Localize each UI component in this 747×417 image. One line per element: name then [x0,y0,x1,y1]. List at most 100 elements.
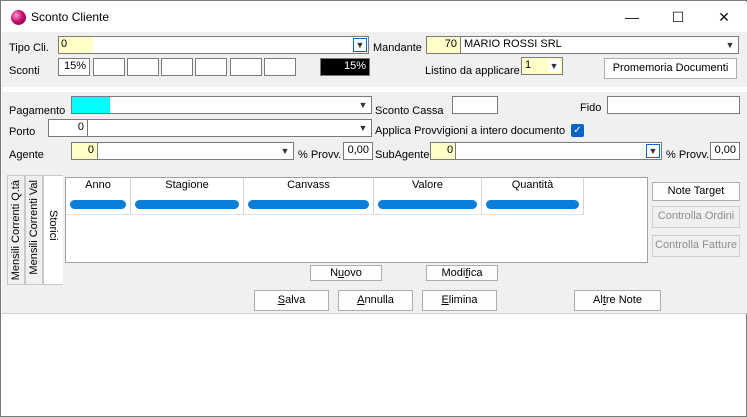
controlla-fatture-button[interactable]: Controlla Fatture [652,235,740,257]
tipo-cli-select[interactable]: 0 ▼ [58,36,369,54]
chevron-down-icon[interactable]: ▼ [353,38,367,52]
dialog-window: Sconto Cliente — ☐ ✕ Tipo Cli. 0 ▼ Manda… [0,0,747,417]
storici-grid: Anno Stagione Canvass Valore Quantità [65,177,648,263]
tipo-cli-label: Tipo Cli. [9,42,49,54]
modifica-button[interactable]: Modifica [426,265,498,281]
nuovo-label-pre: N [330,267,339,279]
listino-label: Listino da applicare [425,65,520,77]
footer-panel: Salva Annulla Elimina Altre Note [2,285,747,313]
grid-header: Quantità [511,179,554,191]
note-target-button[interactable]: Note Target [652,182,740,201]
row-separator [66,214,584,215]
header-panel: Tipo Cli. 0 ▼ Mandante 70 MARIO ROSSI SR… [2,32,747,87]
chevron-down-icon[interactable]: ▼ [357,99,369,111]
mandante-label: Mandante [373,42,422,54]
altre-note-button[interactable]: Altre Note [574,290,661,311]
altre-note-label-post: re Note [605,294,642,306]
mandante-name: MARIO ROSSI SRL [464,38,562,50]
salva-button[interactable]: Salva [254,290,329,311]
chevron-down-icon[interactable]: ▼ [548,60,560,72]
subagente-label: SubAgente [375,149,430,161]
chevron-down-icon[interactable]: ▼ [646,144,660,158]
subagente-code[interactable]: 0 [430,142,456,160]
sconto-3-field[interactable] [127,58,159,76]
grid-column-valore[interactable]: Valore [374,178,482,214]
controlla-ordini-button[interactable]: Controlla Ordini [652,206,740,228]
footer-divider [2,313,747,314]
sconto-5-field[interactable] [195,58,227,76]
elimina-button[interactable]: Elimina [422,290,497,311]
subagente-value: 0 [447,144,454,156]
tab-storici[interactable]: Storici [43,175,63,285]
elimina-label-accel: E [441,294,449,306]
mandante-code[interactable]: 70 [426,36,461,54]
tab-mensili-qta-label: Mensili Correnti Q.tà [10,180,22,281]
sconto-6-field[interactable] [230,58,262,76]
subagente-provv-label: % Provv. [666,149,710,161]
tipo-cli-value: 0 [61,38,68,50]
grid-cell [486,200,579,209]
promemoria-documenti-button[interactable]: Promemoria Documenti [604,58,737,79]
altre-note-label-pre: Al [593,294,603,306]
sconto-cassa-field[interactable] [452,96,498,114]
nuovo-button[interactable]: Nuovo [310,265,382,281]
grid-column-quantita[interactable]: Quantità [482,178,584,214]
chevron-down-icon[interactable]: ▼ [724,39,736,51]
sconto-cassa-label: Sconto Cassa [375,105,444,117]
maximize-button[interactable]: ☐ [655,3,701,31]
listino-value: 1 [525,59,532,71]
pagamento-label: Pagamento [9,105,66,117]
sconto-4-field[interactable] [161,58,193,76]
grid-column-stagione[interactable]: Stagione [131,178,244,214]
fido-label: Fido [580,102,602,114]
agente-provv-label: % Provv. [298,149,342,161]
grid-column-canvass[interactable]: Canvass [244,178,374,214]
tab-mensili-qta[interactable]: Mensili Correnti Q.tà [7,175,25,285]
mandante-select[interactable]: MARIO ROSSI SRL ▼ [460,36,739,54]
title-bar: Sconto Cliente — ☐ ✕ [2,2,747,32]
sconti-label: Sconti [9,65,40,77]
pagamento-code-bg [72,97,110,113]
minimize-button[interactable]: — [609,3,655,31]
sconto-1-field[interactable]: 15% [58,58,90,76]
tab-mensili-val[interactable]: Mensili Correnti Val [25,175,43,285]
elimina-label-post: limina [448,294,478,306]
grid-cell [135,200,239,209]
porto-label: Porto [9,126,36,138]
porto-select[interactable]: ▼ [87,119,372,137]
subagente-provv-field[interactable]: 0,00 [710,142,740,160]
annulla-button[interactable]: Annulla [338,290,413,311]
grid-header: Canvass [287,179,330,191]
listino-select[interactable]: 1 ▼ [521,57,563,75]
tab-mensili-val-label: Mensili Correnti Val [28,180,40,275]
modifica-label-post: ica [468,267,483,279]
close-button[interactable]: ✕ [701,3,747,31]
sconto-totale-field: 15% [320,58,370,76]
grid-header: Stagione [165,179,209,191]
sconto-7-field[interactable] [264,58,296,76]
applica-provvigioni-checkbox[interactable]: ✓ [571,124,584,137]
grid-header: Valore [412,179,443,191]
agente-label: Agente [9,149,44,161]
grid-cell [248,200,369,209]
details-panel: Pagamento ▼ Sconto Cassa Fido Porto 0 ▼ … [2,92,747,175]
app-logo-icon [11,10,26,25]
chevron-down-icon[interactable]: ▼ [279,145,291,157]
pagamento-select[interactable]: ▼ [71,96,372,114]
subagente-select[interactable]: ▼ [455,142,662,160]
modifica-label-pre: Modi [441,267,466,279]
chevron-down-icon[interactable]: ▼ [357,122,369,134]
agente-select[interactable]: ▼ [97,142,294,160]
sconto-2-field[interactable] [93,58,125,76]
applica-provvigioni-label: Applica Provvigioni a intero documento [375,125,566,137]
agente-provv-field[interactable]: 0,00 [343,142,373,160]
window-title: Sconto Cliente [31,10,110,24]
fido-field[interactable] [607,96,740,114]
grid-header: Anno [85,179,111,191]
grid-column-anno[interactable]: Anno [66,178,131,214]
tab-storici-label: Storici [47,210,59,241]
agente-code[interactable]: 0 [71,142,98,160]
porto-code[interactable]: 0 [48,119,88,137]
nuovo-label-post: ovo [344,267,362,279]
grid-cell [70,200,126,209]
